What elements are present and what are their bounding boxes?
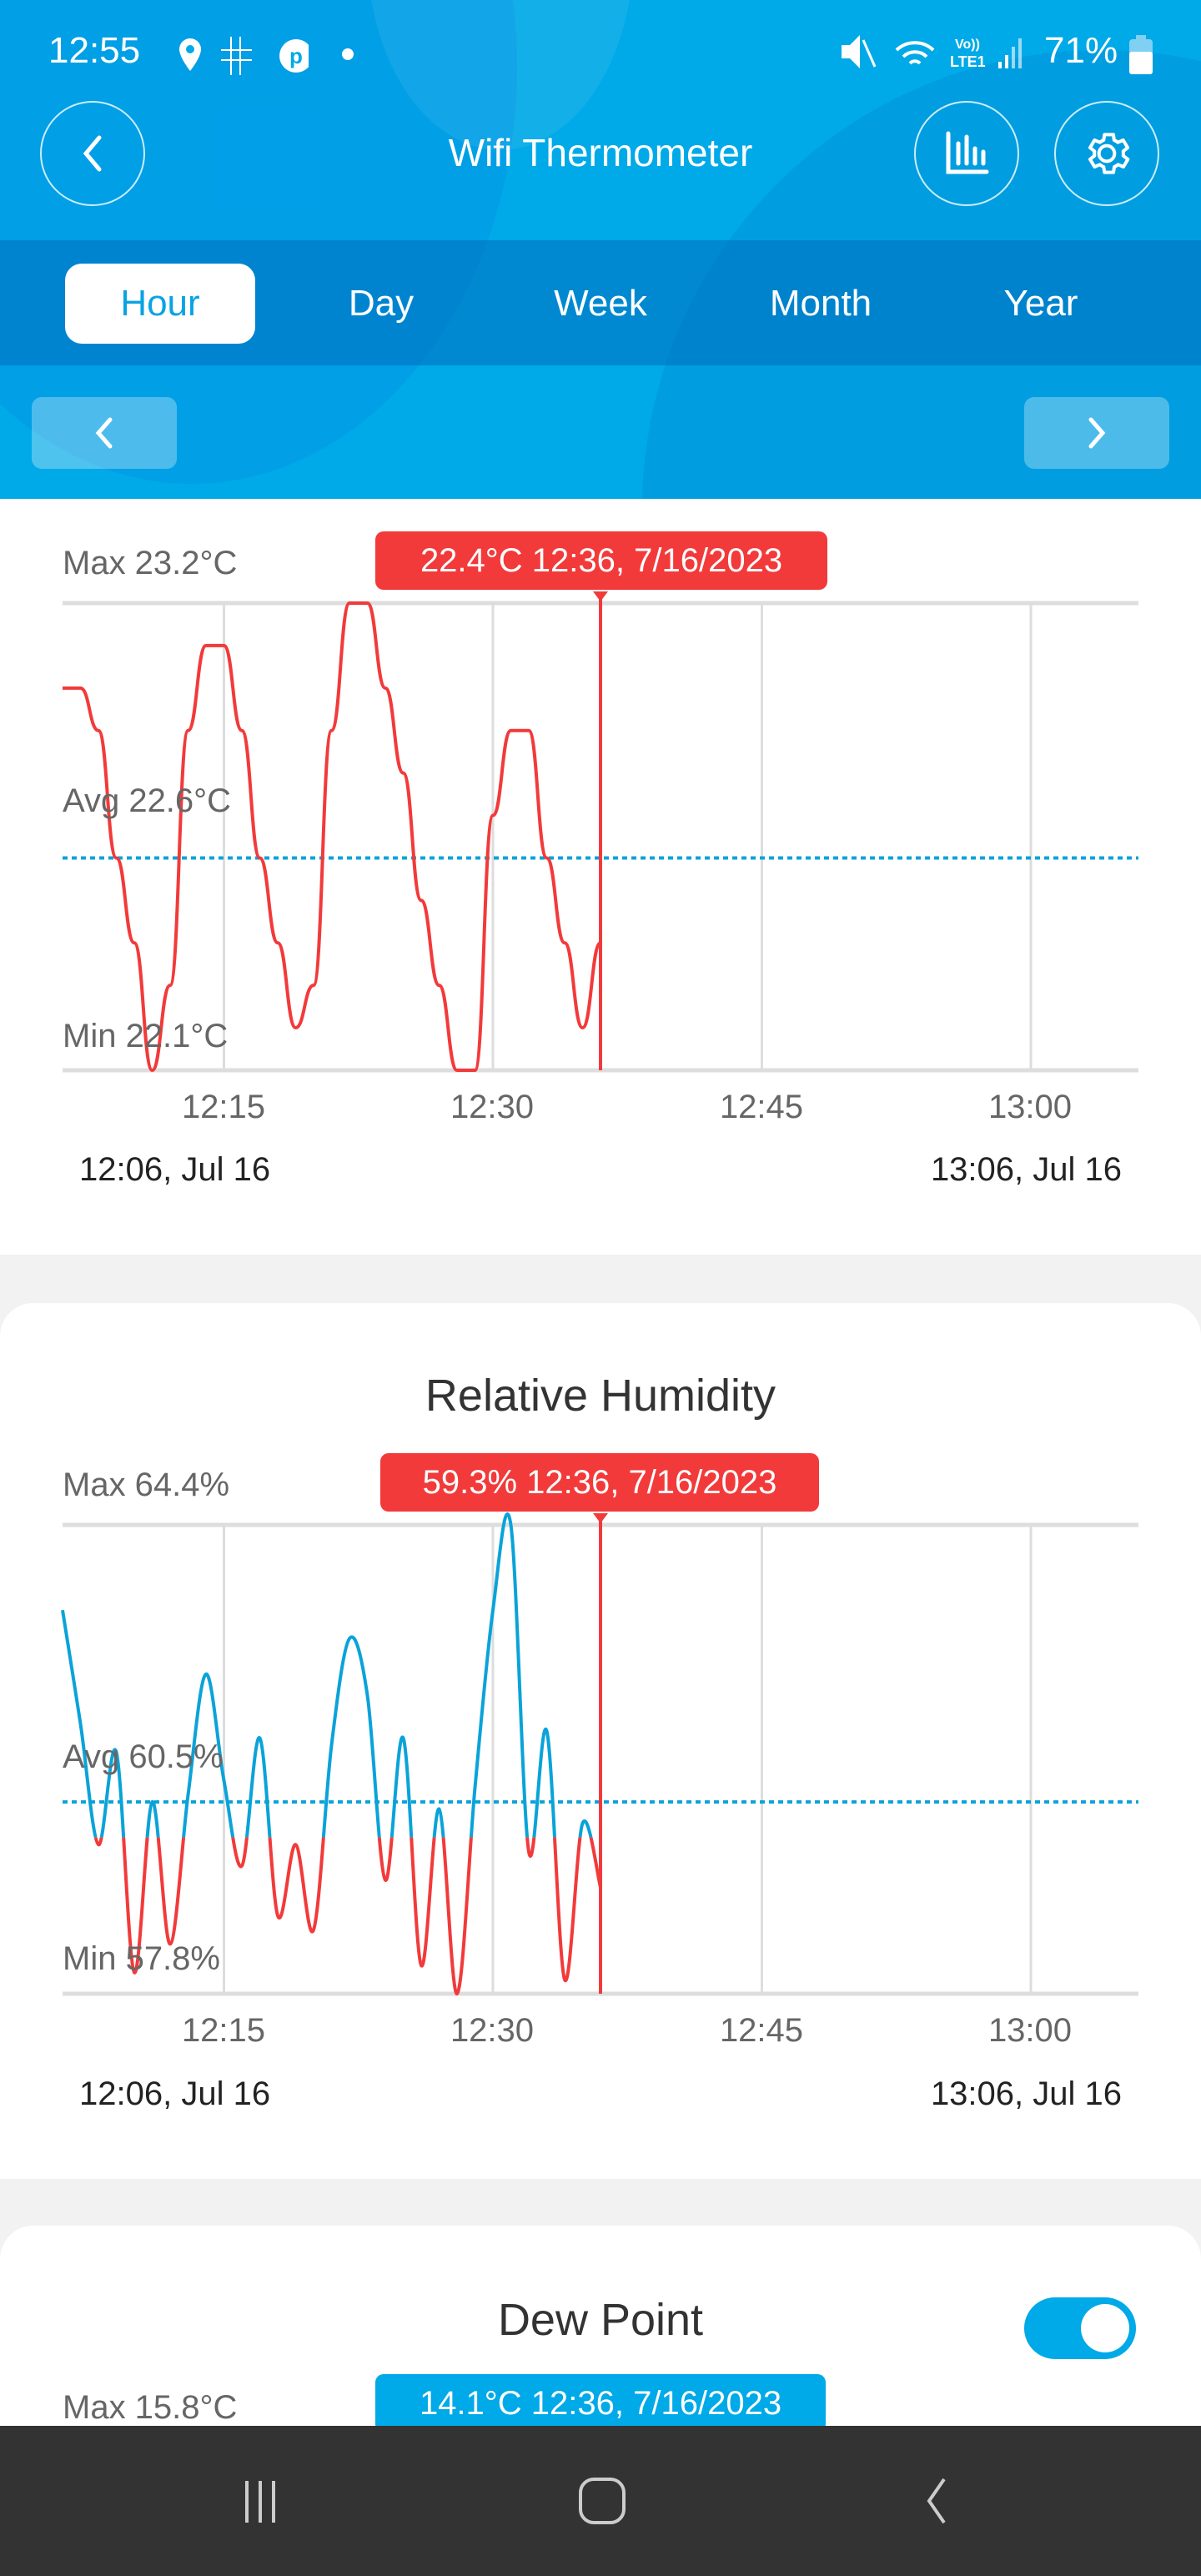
period-tabs: Hour Day Week Month Year: [0, 240, 1201, 365]
x-tick: 13:00: [987, 2012, 1073, 2049]
home-icon[interactable]: [577, 2476, 627, 2529]
x-tick: 12:30: [450, 2012, 535, 2049]
x-tick: 12:15: [181, 2012, 266, 2049]
network-label: LTE1: [950, 53, 986, 70]
dew-max-label: Max 15.8°C: [63, 2389, 238, 2426]
x-tick: 12:30: [450, 1089, 535, 1125]
tooltip-pointer: [593, 591, 608, 601]
hum-max-label: Max 64.4%: [63, 1467, 230, 1503]
page-title: Wifi Thermometer: [448, 131, 753, 174]
dew-point-title: Dew Point: [497, 2295, 704, 2345]
svg-text:p: p: [289, 43, 303, 68]
hum-min-label: Min 57.8%: [63, 1940, 220, 1977]
gear-icon: [1088, 133, 1130, 174]
temp-min-label: Min 22.1°C: [63, 1018, 229, 1054]
x-tick: 12:45: [719, 1089, 804, 1125]
tab-hour[interactable]: Hour: [65, 264, 255, 344]
range-end: 13:06, Jul 16: [930, 2075, 1122, 2112]
tab-week[interactable]: Week: [505, 264, 696, 344]
tab-day[interactable]: Day: [286, 264, 476, 344]
svg-text:Vo)): Vo)): [955, 38, 980, 52]
dot-icon: [342, 48, 354, 60]
chart-view-button[interactable]: [914, 101, 1019, 206]
tab-month[interactable]: Month: [726, 264, 916, 344]
status-right-icons: Vo)) LTE1: [842, 35, 1022, 70]
previous-period-button[interactable]: [32, 397, 177, 469]
settings-button[interactable]: [1054, 101, 1159, 206]
back-icon[interactable]: [917, 2476, 951, 2529]
tooltip-pointer: [593, 1513, 608, 1523]
x-tick: 12:15: [181, 1089, 266, 1125]
range-start: 12:06, Jul 16: [79, 1151, 271, 1188]
chevron-left-icon: [95, 417, 113, 449]
range-start: 12:06, Jul 16: [79, 2075, 271, 2112]
x-tick: 12:45: [719, 2012, 804, 2049]
hum-tooltip: 59.3% 12:36, 7/16/2023: [380, 1453, 819, 1512]
temp-tooltip: 22.4°C 12:36, 7/16/2023: [375, 531, 827, 590]
next-period-button[interactable]: [1024, 397, 1169, 469]
system-navigation-bar: [0, 2426, 1201, 2576]
battery-percent: 71%: [1044, 30, 1118, 71]
dew-tooltip: 14.1°C 12:36, 7/16/2023: [375, 2374, 826, 2433]
dew-point-toggle[interactable]: [1024, 2297, 1136, 2359]
temperature-card: Max 23.2°C Avg 22.6°C Min 22.1°C 22.4°C …: [0, 499, 1201, 1255]
status-time: 12:55: [48, 30, 141, 71]
temp-avg-label: Avg 22.6°C: [63, 782, 232, 819]
toggle-knob: [1081, 2304, 1129, 2352]
app-header: 12:55 p Vo)) LTE1 71% Wifi Thermometer H…: [0, 0, 1201, 499]
recent-apps-icon[interactable]: [242, 2478, 292, 2528]
battery-icon: [1129, 35, 1153, 74]
temperature-chart[interactable]: [0, 499, 1201, 1255]
series-line: [63, 601, 602, 1073]
tab-year[interactable]: Year: [946, 264, 1136, 344]
hum-avg-label: Avg 60.5%: [63, 1738, 224, 1775]
bar-chart-icon: [946, 131, 989, 174]
status-left-icons: p: [179, 37, 309, 75]
temp-max-label: Max 23.2°C: [63, 545, 238, 581]
chevron-right-icon: [1088, 417, 1106, 449]
x-tick: 13:00: [987, 1089, 1073, 1125]
range-end: 13:06, Jul 16: [930, 1151, 1122, 1188]
humidity-card: Relative Humidity Max 64.4% Avg 60.5% Mi…: [0, 1303, 1201, 2179]
